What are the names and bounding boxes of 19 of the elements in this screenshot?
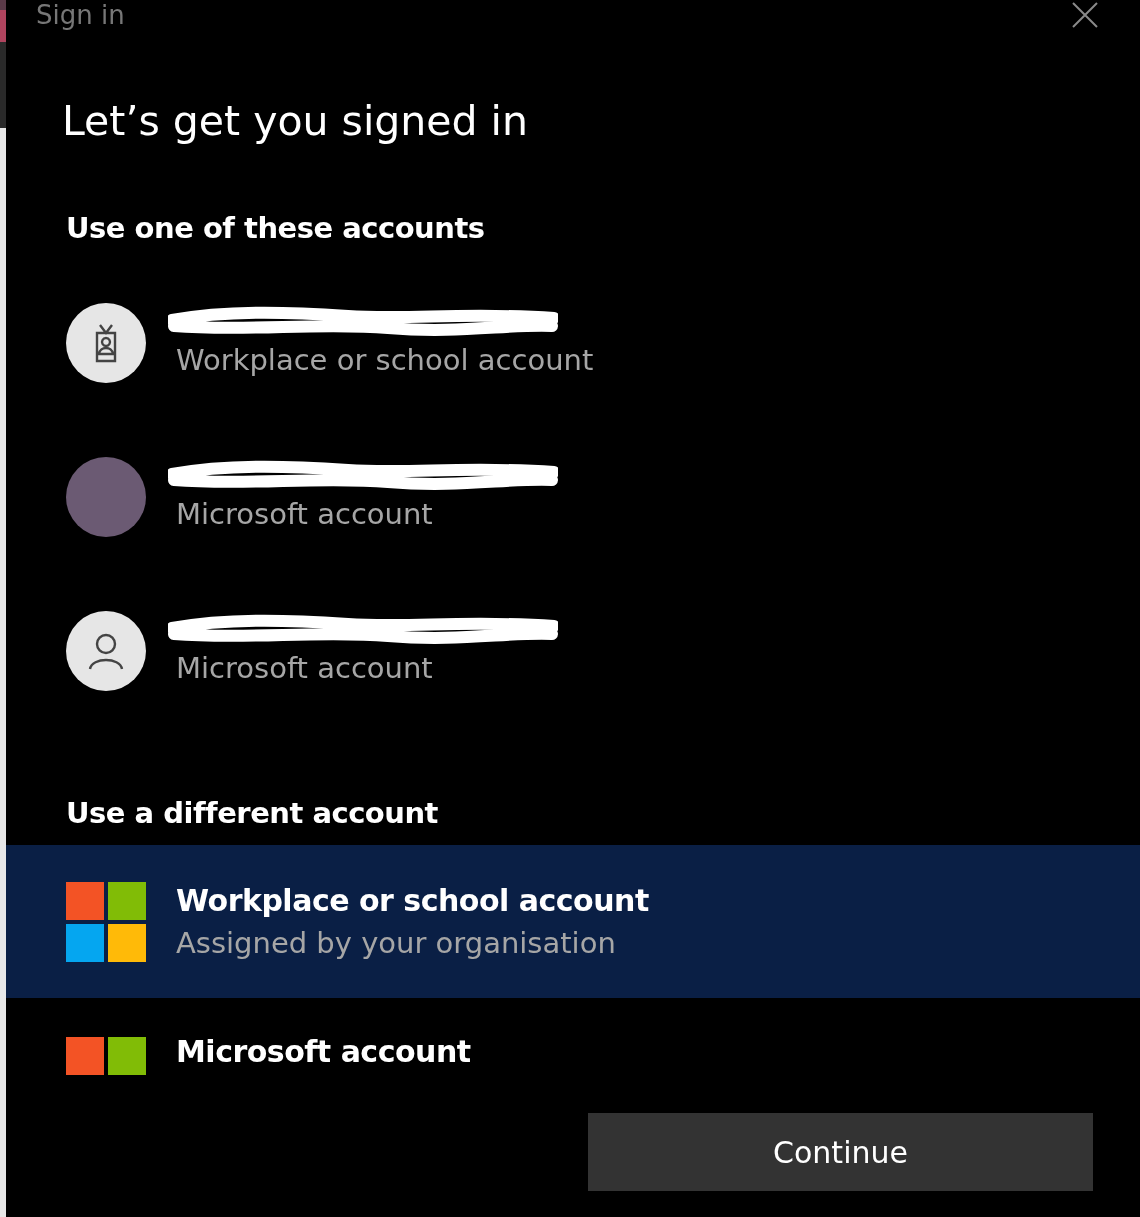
account-type: Workplace or school account [176, 342, 594, 379]
account-item[interactable]: Workplace or school account [66, 303, 1140, 383]
option-subtitle: Assigned by your organisation [176, 924, 617, 962]
account-option[interactable]: Microsoft account [6, 998, 1140, 1075]
person-icon [86, 631, 126, 671]
option-title: Microsoft account [176, 1037, 471, 1067]
account-type: Microsoft account [176, 496, 434, 533]
close-button[interactable] [1070, 0, 1100, 30]
dialog-heading: Let’s get you signed in [62, 96, 529, 147]
option-title: Workplace or school account [176, 881, 649, 920]
account-option[interactable]: Workplace or school account Assigned by your organisation [6, 845, 1140, 998]
window-title: Sign in [36, 0, 125, 30]
section-heading: Use one of these accounts [66, 210, 486, 247]
account-item[interactable]: Microsoft account [66, 457, 1140, 537]
continue-button[interactable]: Continue [588, 1113, 1093, 1191]
account-type: Microsoft account [176, 650, 434, 687]
section-heading: Use a different account [66, 795, 439, 832]
close-icon [1070, 0, 1100, 30]
account-item[interactable]: Microsoft account [66, 611, 1140, 691]
